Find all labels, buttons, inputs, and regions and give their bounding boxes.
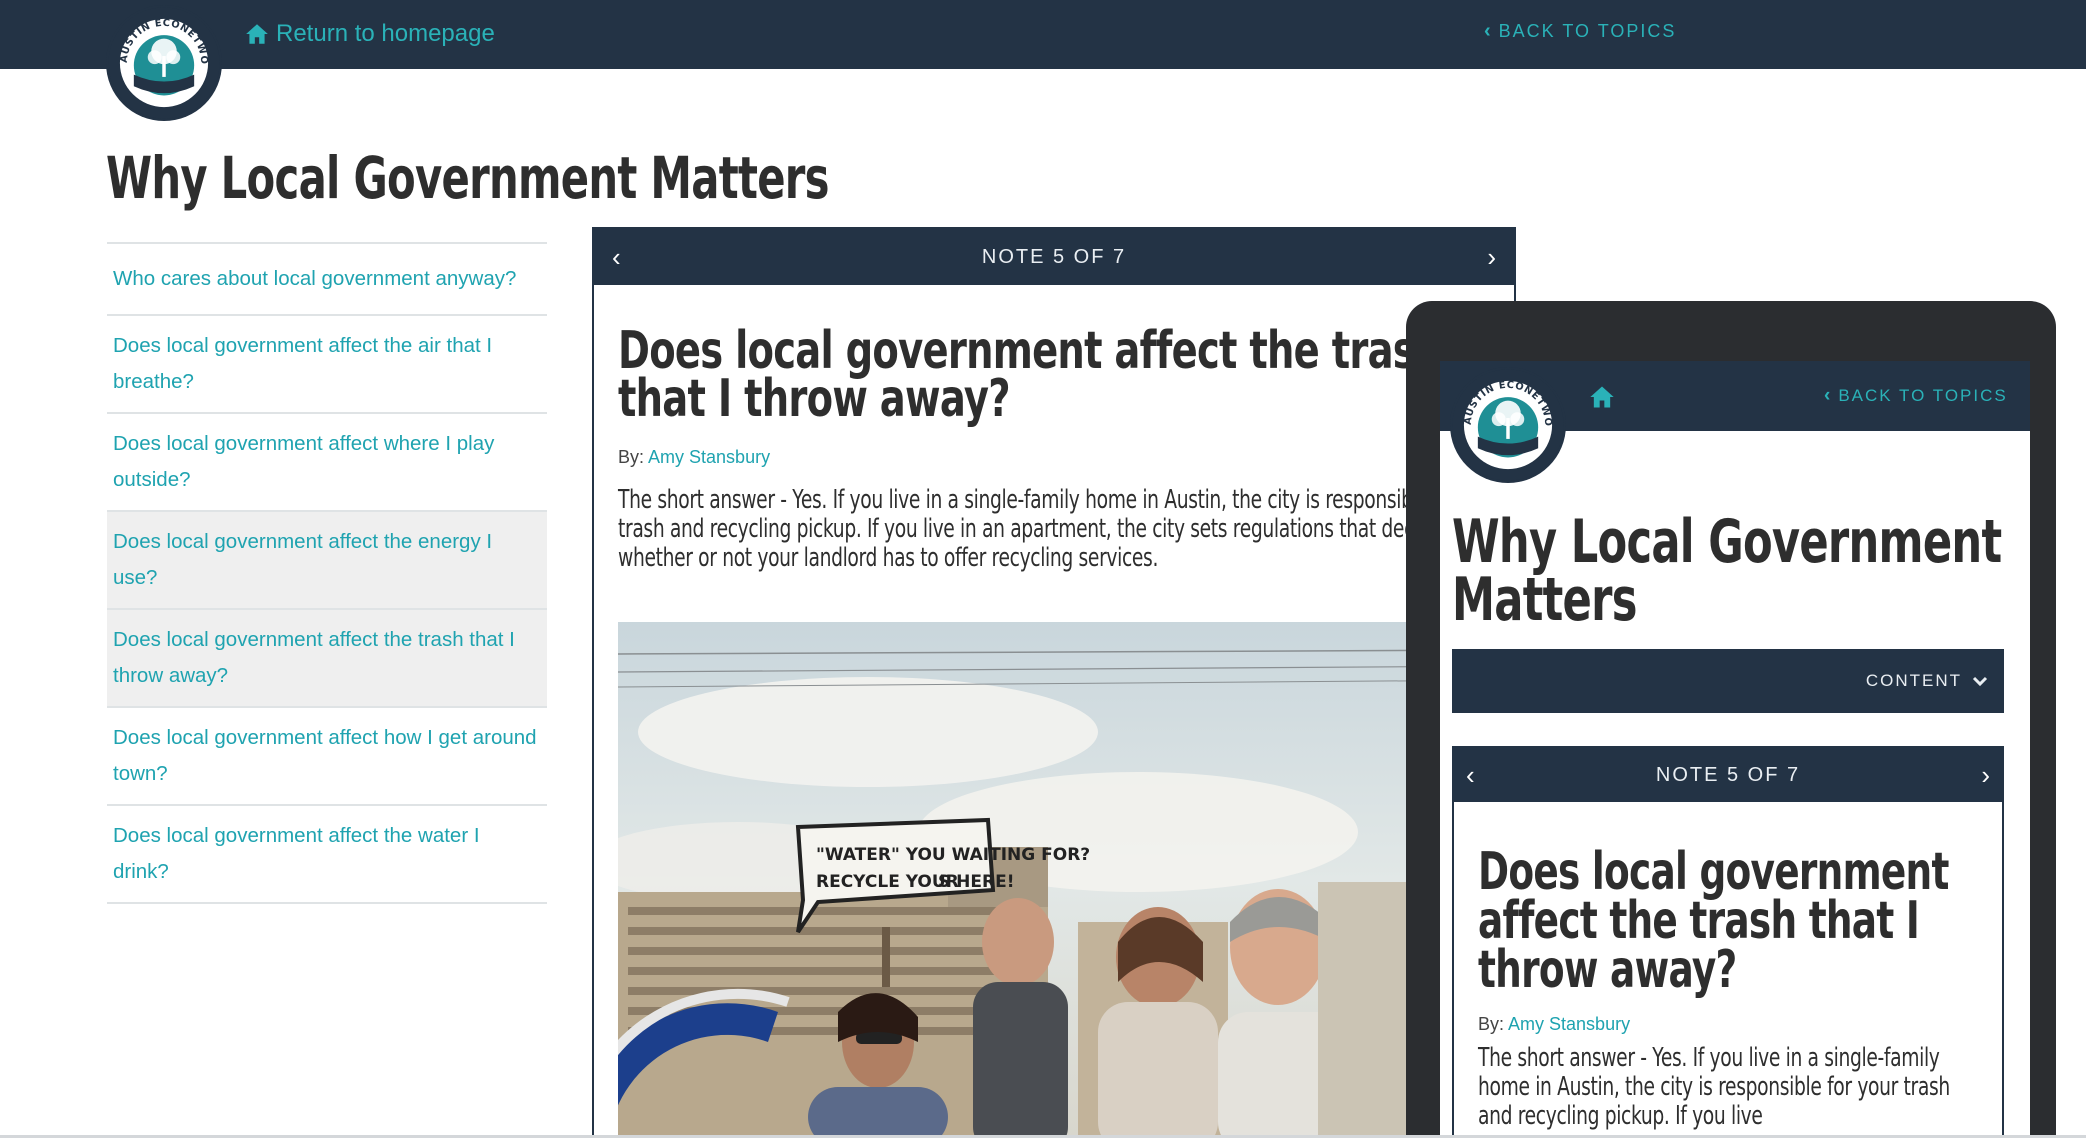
tablet-note-pager: ‹ NOTE 5 OF 7 › [1454, 748, 2002, 802]
next-note-button[interactable]: › [1981, 760, 1990, 791]
tablet-page-title: Why Local Government Matters [1452, 507, 2002, 635]
note-panel: ‹ NOTE 5 OF 7 › Does local government af… [592, 227, 1516, 1138]
byline-label: By: [618, 447, 645, 467]
home-icon [246, 24, 268, 44]
note-text: The short answer - Yes. If you live in a… [618, 485, 1506, 573]
toc-item-label: Does local government affect where I pla… [113, 432, 495, 491]
previous-note-button[interactable]: ‹ [1466, 760, 1475, 791]
svg-text:S HERE!: S HERE! [938, 872, 1014, 892]
tablet-note-title: Does local government affect the trash t… [1478, 842, 1949, 1000]
recycling-event-photo: "WATER" YOU WAITING FOR? RECYCLE YOUR S … [618, 622, 1514, 1138]
back-to-topics-label: BACK TO TOPICS [1498, 21, 1677, 41]
tablet-screen: AUSTIN ECONETWORK ‹ BACK TO TOPICS Why L… [1440, 361, 2030, 1138]
next-note-button[interactable]: › [1487, 242, 1496, 273]
note-photo: "WATER" YOU WAITING FOR? RECYCLE YOUR S … [618, 622, 1514, 1138]
toc-item-label: Does local government affect the energy … [113, 530, 493, 589]
page-title: Why Local Government Matters [106, 144, 830, 212]
toc-item-label: Does local government affect the trash t… [113, 628, 515, 687]
toc-item-label: Who cares about local government anyway? [113, 267, 517, 290]
byline-label: By: [1478, 1014, 1505, 1034]
content-dropdown[interactable]: CONTENT [1452, 649, 2004, 713]
toc-item-air[interactable]: Does local government affect the air tha… [107, 316, 547, 414]
note-title: Does local government affect the trash t… [618, 321, 1442, 429]
note-byline: By: Amy Stansbury [618, 447, 1490, 468]
back-to-topics-label: BACK TO TOPICS [1838, 386, 2008, 405]
logo-graphic: AUSTIN ECONETWORK [106, 5, 220, 119]
author-link[interactable]: Amy Stansbury [1508, 1014, 1630, 1034]
content-dropdown-label: CONTENT [1865, 671, 1962, 690]
chevron-left-icon: ‹ [1824, 385, 1831, 406]
tablet-note-byline: By: Amy Stansbury [1478, 1014, 1630, 1035]
svg-text:"WATER" YOU WAITING FOR?: "WATER" YOU WAITING FOR? [816, 845, 1090, 865]
toc-item-trash[interactable]: Does local government affect the trash t… [107, 610, 547, 708]
toc-item-label: Does local government affect the water I… [113, 824, 480, 883]
logo-graphic: AUSTIN ECONETWORK [1450, 367, 1564, 481]
tablet-device-frame: AUSTIN ECONETWORK ‹ BACK TO TOPICS Why L… [1406, 301, 2056, 1138]
author-link[interactable]: Amy Stansbury [648, 447, 770, 467]
return-to-homepage-label: Return to homepage [276, 20, 495, 47]
home-icon[interactable] [1588, 383, 1616, 411]
tablet-back-to-topics-link[interactable]: ‹ BACK TO TOPICS [1824, 385, 2008, 407]
note-counter: NOTE 5 OF 7 [1655, 763, 1801, 786]
toc-item-label: Does local government affect how I get a… [113, 726, 537, 785]
austin-econetwork-logo[interactable]: AUSTIN ECONETWORK [106, 5, 222, 121]
chevron-left-icon: ‹ [1484, 20, 1491, 42]
tablet-austin-econetwork-logo[interactable]: AUSTIN ECONETWORK [1450, 367, 1566, 483]
topic-notes-list: Who cares about local government anyway?… [107, 242, 547, 904]
return-to-homepage-link[interactable]: Return to homepage [244, 17, 495, 51]
note-pager: ‹ NOTE 5 OF 7 › [594, 229, 1514, 285]
tablet-note-text: The short answer - Yes. If you live in a… [1478, 1043, 1950, 1131]
back-to-topics-link[interactable]: ‹ BACK TO TOPICS [1484, 20, 1676, 43]
toc-item-label: Does local government affect the air tha… [113, 334, 493, 393]
previous-note-button[interactable]: ‹ [612, 242, 621, 273]
toc-item-energy[interactable]: Does local government affect the energy … [107, 512, 547, 610]
tablet-note-panel: ‹ NOTE 5 OF 7 › Does local government af… [1452, 746, 2004, 1138]
toc-item-water[interactable]: Does local government affect the water I… [107, 806, 547, 904]
toc-item-play-outside[interactable]: Does local government affect where I pla… [107, 414, 547, 512]
toc-item-who-cares[interactable]: Who cares about local government anyway? [107, 244, 547, 316]
chevron-down-icon [1972, 676, 1988, 687]
toc-item-get-around[interactable]: Does local government affect how I get a… [107, 708, 547, 806]
note-counter: NOTE 5 OF 7 [981, 245, 1127, 268]
